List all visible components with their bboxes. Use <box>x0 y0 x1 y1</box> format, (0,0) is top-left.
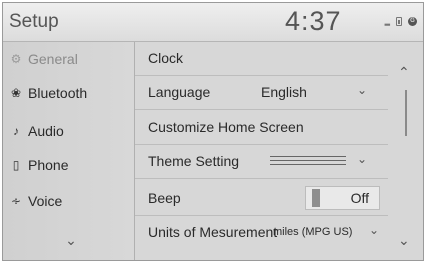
setting-label: Beep <box>148 190 181 206</box>
sidebar-item-bluetooth[interactable]: ❀ Bluetooth <box>3 76 134 110</box>
setting-clock[interactable]: Clock <box>135 42 388 76</box>
signal-icon: ▂ <box>384 18 390 26</box>
gear-icon: ⚙ <box>10 52 22 66</box>
scroll-thumb[interactable] <box>405 90 407 136</box>
setting-units[interactable]: Units of Mesurement miles (MPG US) ⌄ <box>135 216 388 250</box>
setting-label: Clock <box>148 50 184 66</box>
gps-icon: G <box>408 17 417 26</box>
settings-list: Clock Language English ⌄ Customize Home … <box>135 42 388 260</box>
bluetooth-icon: ❀ <box>10 86 22 100</box>
sidebar-item-general[interactable]: ⚙ General <box>3 42 134 76</box>
theme-preview <box>270 156 346 168</box>
setting-label: Theme Setting <box>148 153 240 169</box>
toggle-state: Off <box>350 190 369 206</box>
setting-theme[interactable]: Theme Setting ⌄ <box>135 145 388 179</box>
battery-icon <box>396 17 402 26</box>
chevron-down-icon: ⌄ <box>369 223 380 237</box>
sidebar-item-audio[interactable]: ♪ Audio <box>3 114 134 148</box>
sidebar-item-voice[interactable]: ∻ Voice <box>3 184 134 218</box>
sidebar-item-label: General <box>28 51 78 67</box>
setting-home-screen[interactable]: Customize Home Screen <box>135 111 388 145</box>
double-chevron-down-icon[interactable]: ⌄ <box>398 232 410 249</box>
toggle-knob <box>312 189 320 207</box>
voice-icon: ∻ <box>10 194 22 208</box>
phone-icon: ▯ <box>12 158 20 172</box>
units-value: miles (MPG US) <box>273 226 353 238</box>
setting-label: Units of Mesurement <box>148 224 278 240</box>
setting-label: Customize Home Screen <box>148 119 304 135</box>
chevron-down-icon: ⌄ <box>357 152 368 166</box>
sidebar-item-label: Phone <box>28 157 69 173</box>
sidebar-item-label: Voice <box>28 193 63 209</box>
sidebar-item-label: Bluetooth <box>28 85 88 101</box>
clock-display: 4:37 <box>285 6 342 36</box>
chevron-down-icon: ⌄ <box>357 83 368 97</box>
page-title: Setup <box>9 11 59 32</box>
setting-beep[interactable]: Beep Off <box>135 182 388 216</box>
sidebar: ⚙ General ❀ Bluetooth ♪ Audio ▯ Phone ∻ … <box>3 42 134 260</box>
sidebar-item-phone[interactable]: ▯ Phone <box>3 148 134 182</box>
language-value: English <box>261 84 307 100</box>
header-bar: Setup 4:37 ▂ G <box>3 3 423 42</box>
chevron-down-icon[interactable]: ⌄ <box>61 232 81 249</box>
beep-toggle[interactable]: Off <box>305 186 380 210</box>
sidebar-item-label: Audio <box>28 123 64 139</box>
setup-screen: Setup 4:37 ▂ G ⚙ General ❀ Bluetooth ♪ A… <box>2 2 424 261</box>
setting-language[interactable]: Language English ⌄ <box>135 76 388 110</box>
music-note-icon: ♪ <box>13 124 19 138</box>
double-chevron-up-icon[interactable]: ⌃ <box>398 64 410 81</box>
setting-label: Language <box>148 84 211 100</box>
status-icons: ▂ G <box>385 17 417 26</box>
scrollbar[interactable]: ⌃ ⌄ <box>389 42 423 260</box>
